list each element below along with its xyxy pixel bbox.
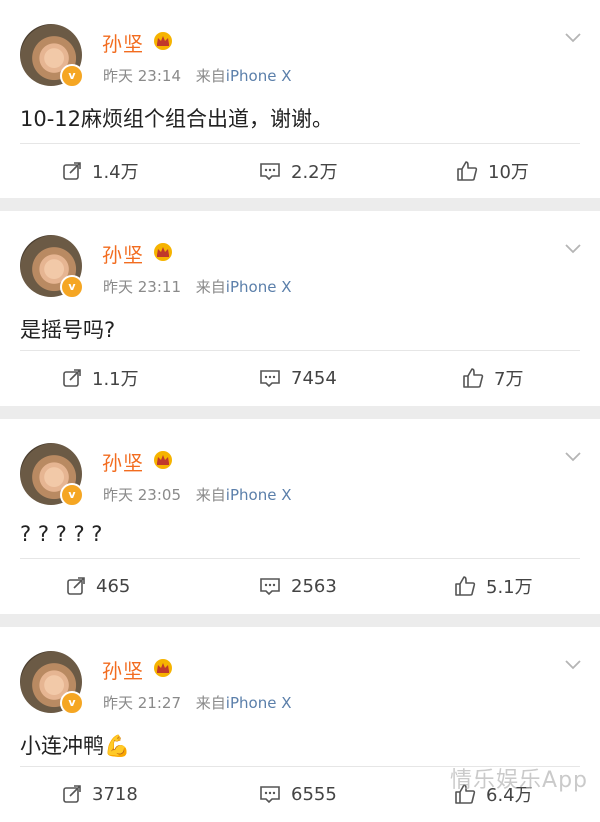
post-time: 昨天 23:11 xyxy=(103,278,181,296)
repost-button[interactable]: 3718 xyxy=(62,766,138,822)
like-count: 10万 xyxy=(488,162,529,183)
author-name[interactable]: 孙坚 xyxy=(102,447,144,476)
source-prefix: 来自 xyxy=(195,278,226,296)
comment-button[interactable]: 2.2万 xyxy=(259,143,338,199)
avatar[interactable]: v xyxy=(20,443,84,507)
verified-badge-icon: v xyxy=(60,483,84,507)
post-text: 是摇号吗? xyxy=(20,318,116,342)
like-count: 7万 xyxy=(494,369,524,390)
repost-button[interactable]: 1.1万 xyxy=(62,350,139,406)
like-icon xyxy=(455,576,476,596)
post-meta: 昨天 21:27 来自iPhone X xyxy=(103,692,291,713)
verified-badge-icon: v xyxy=(60,275,84,299)
verified-badge-icon: v xyxy=(60,64,84,88)
crown-icon xyxy=(154,451,172,469)
crown-icon xyxy=(154,243,172,261)
repost-button[interactable]: 465 xyxy=(66,558,130,614)
watermark: 情乐娱乐App xyxy=(450,768,588,793)
comment-button[interactable]: 7454 xyxy=(259,350,337,406)
post-card: v 孙坚 昨天 23:14 来自iPhone X 10-12麻烦组个组合出道，谢… xyxy=(0,0,600,198)
comment-icon xyxy=(260,786,280,804)
like-button[interactable]: 5.1万 xyxy=(454,558,533,614)
comment-icon xyxy=(260,578,280,596)
post-time: 昨天 21:27 xyxy=(103,694,181,712)
author-name[interactable]: 孙坚 xyxy=(102,28,144,57)
post-meta: 昨天 23:11 来自iPhone X xyxy=(103,276,291,297)
like-icon xyxy=(457,161,478,181)
repost-count: 1.4万 xyxy=(92,162,139,183)
crown-icon xyxy=(154,659,172,677)
like-count: 5.1万 xyxy=(486,577,533,598)
chevron-down-icon[interactable] xyxy=(564,447,582,465)
post-text: 10-12麻烦组个组合出道，谢谢。 xyxy=(20,107,334,131)
chevron-down-icon[interactable] xyxy=(564,28,582,46)
source-prefix: 来自 xyxy=(195,67,226,85)
post-source[interactable]: iPhone X xyxy=(226,278,292,296)
post-actions: 1.1万 7454 7万 xyxy=(0,350,600,406)
comment-count: 6555 xyxy=(291,783,337,805)
comment-icon xyxy=(260,370,280,388)
post-time: 昨天 23:05 xyxy=(103,486,181,504)
post-source[interactable]: iPhone X xyxy=(226,486,292,504)
source-prefix: 来自 xyxy=(195,486,226,504)
source-prefix: 来自 xyxy=(195,694,226,712)
repost-icon xyxy=(63,162,81,180)
comment-count: 7454 xyxy=(291,367,337,389)
repost-icon xyxy=(63,369,81,387)
repost-count: 1.1万 xyxy=(92,369,139,390)
post-actions: 465 2563 5.1万 xyxy=(0,558,600,614)
post-meta: 昨天 23:14 来自iPhone X xyxy=(103,65,291,86)
repost-count: 3718 xyxy=(92,783,138,805)
post-card: v 孙坚 昨天 23:11 来自iPhone X 是摇号吗? 1.1万 7454 xyxy=(0,211,600,406)
post-time: 昨天 23:14 xyxy=(103,67,181,85)
post-card: v 孙坚 昨天 21:27 来自iPhone X 小连冲鸭💪 3718 6555 xyxy=(0,627,600,822)
like-button[interactable]: 7万 xyxy=(462,350,523,406)
avatar[interactable]: v xyxy=(20,235,84,299)
avatar[interactable]: v xyxy=(20,651,84,715)
post-text: ? ? ? ? ? xyxy=(20,522,103,546)
author-name[interactable]: 孙坚 xyxy=(102,655,144,684)
repost-count: 465 xyxy=(96,575,131,597)
comment-icon xyxy=(260,163,280,181)
repost-icon xyxy=(67,577,85,595)
like-button[interactable]: 10万 xyxy=(456,143,529,199)
post-meta: 昨天 23:05 来自iPhone X xyxy=(103,484,291,505)
chevron-down-icon[interactable] xyxy=(564,655,582,673)
comment-button[interactable]: 2563 xyxy=(259,558,337,614)
chevron-down-icon[interactable] xyxy=(564,239,582,257)
like-icon xyxy=(463,368,484,388)
post-card: v 孙坚 昨天 23:05 来自iPhone X ? ? ? ? ? 465 2… xyxy=(0,419,600,614)
repost-icon xyxy=(63,785,81,803)
crown-icon xyxy=(154,32,172,50)
repost-button[interactable]: 1.4万 xyxy=(62,143,139,199)
post-source[interactable]: iPhone X xyxy=(226,67,292,85)
author-name[interactable]: 孙坚 xyxy=(102,239,144,268)
comment-count: 2.2万 xyxy=(291,162,338,183)
post-text: 小连冲鸭💪 xyxy=(20,734,131,758)
avatar[interactable]: v xyxy=(20,24,84,88)
post-actions: 1.4万 2.2万 10万 xyxy=(0,143,600,199)
comment-count: 2563 xyxy=(291,575,337,597)
verified-badge-icon: v xyxy=(60,691,84,715)
post-source[interactable]: iPhone X xyxy=(226,694,292,712)
comment-button[interactable]: 6555 xyxy=(259,766,337,822)
